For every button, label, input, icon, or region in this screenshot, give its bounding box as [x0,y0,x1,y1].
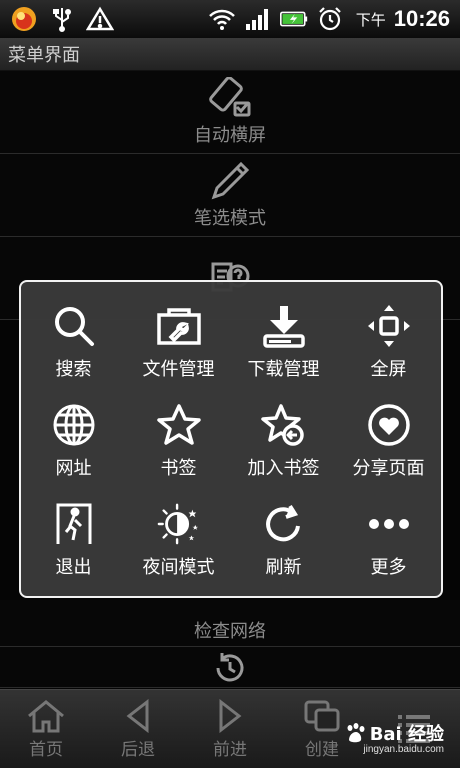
menu-item-label: 下载管理 [247,358,320,380]
menu-item-file-manager[interactable]: 文件管理 [126,292,231,391]
menu-item-label: 网址 [55,457,92,479]
menu-item-bookmarks[interactable]: 书签 [126,391,231,490]
exit-icon [56,503,91,545]
warning-icon [86,5,114,33]
menu-item-label: 夜间模式 [142,557,215,579]
night-mode-icon [157,503,198,545]
menu-item-share-page[interactable]: 分享页面 [336,391,441,490]
create-label: 创建 [305,739,339,760]
download-icon [262,305,305,348]
baidu-paw-icon [347,723,365,743]
usb-icon [48,5,76,33]
back-button[interactable]: 后退 [92,690,184,768]
status-bar: 下午 10:26 [0,0,460,38]
screen: 下午 10:26 菜单界面 自动横屏 笔选模式 检查网络 搜索 文件管理 下载管… [0,0,460,768]
status-ampm: 下午 [355,10,386,29]
globe-icon [53,404,94,446]
rotate-screen-icon [209,77,251,117]
menu-item-night-mode[interactable]: 夜间模式 [126,491,231,590]
menu-item-add-bookmark[interactable]: 加入书签 [231,391,336,490]
menu-item-label: 更多 [370,557,407,579]
home-icon [28,699,64,732]
menu-item-label: 全屏 [370,358,407,380]
watermark-text: Bai 经验 [369,724,444,745]
menu-item-refresh[interactable]: 刷新 [231,491,336,590]
forward-label: 前进 [213,739,247,760]
add-bookmark-icon [260,404,304,446]
forward-button[interactable]: 前进 [184,690,276,768]
watermark-url: jingyan.baidu.com [363,744,444,755]
list-item-pen-mode[interactable]: 笔选模式 [0,154,460,237]
folder-wrench-icon [156,307,201,345]
fullscreen-icon [367,304,410,347]
menu-item-fullscreen[interactable]: 全屏 [336,292,441,391]
windows-icon [304,700,340,731]
star-icon [156,404,201,445]
menu-item-download-manager[interactable]: 下载管理 [231,292,336,391]
wifi-icon [208,5,236,33]
list-item-label: 自动横屏 [194,125,266,146]
home-button[interactable]: 首页 [0,690,92,768]
forward-arrow-icon [219,698,242,733]
baidu-watermark: Bai 经验 jingyan.baidu.com [344,720,444,755]
menu-item-url[interactable]: 网址 [21,391,126,490]
options-menu: 搜索 文件管理 下载管理 全屏 网址 书签 加入书签 分享页面 退出 夜间模式 … [19,280,443,598]
home-label: 首页 [29,739,63,760]
browser-notification-icon [10,5,38,33]
menu-item-label: 退出 [55,557,92,579]
menu-item-label: 搜索 [55,358,92,380]
menu-item-label: 加入书签 [247,457,320,479]
back-label: 后退 [121,739,155,760]
menu-item-label: 书签 [160,457,197,479]
menu-item-more[interactable]: 更多 [336,491,441,590]
status-time: 10:26 [393,6,450,31]
menu-item-label: 文件管理 [142,358,215,380]
list-item-auto-rotate[interactable]: 自动横屏 [0,71,460,154]
menu-item-label: 分享页面 [352,457,425,479]
pen-icon [211,161,250,200]
menu-item-label: 刷新 [265,557,302,579]
page-title: 菜单界面 [8,45,80,66]
list-item-label: 笔选模式 [194,208,266,229]
share-heart-icon [367,404,410,446]
signal-icon [244,5,272,33]
list-item-network-check[interactable]: 检查网络 [0,600,460,647]
alarm-clock-icon [316,5,344,33]
background-menu-list-lower: 检查网络 [0,600,460,688]
search-icon [54,306,94,346]
menu-item-exit[interactable]: 退出 [21,491,126,590]
battery-charging-icon [279,5,308,33]
more-icon [368,519,409,530]
list-item-label: 检查网络 [194,621,266,642]
refresh-icon [265,505,300,542]
title-bar: 菜单界面 [0,38,460,71]
back-arrow-icon [126,698,149,733]
list-item-history[interactable] [0,647,460,688]
clock-refresh-icon [216,653,244,682]
menu-item-search[interactable]: 搜索 [21,292,126,391]
